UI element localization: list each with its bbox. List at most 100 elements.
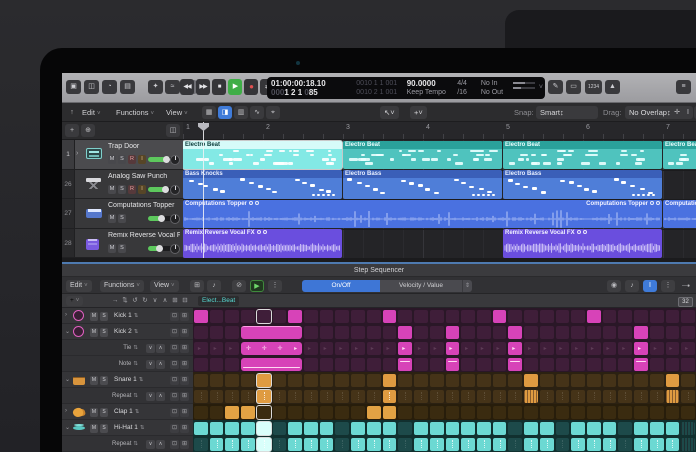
step-cell[interactable] — [273, 406, 287, 419]
row-stepper-icon[interactable]: ⇅ — [139, 377, 144, 383]
step-cell[interactable] — [634, 390, 648, 403]
row-stepper-icon[interactable]: ⇅ — [140, 425, 145, 431]
step-cell[interactable] — [681, 310, 695, 323]
step-grid[interactable]: ✛✛✛▸▸▸▸▸▸▸▸▸▸▸▸▸▸▸▸▸▸▸▸▸▸▸▸▸▸▸▸▸ — [193, 308, 696, 452]
step-cell[interactable] — [571, 326, 585, 339]
step-cell[interactable] — [477, 438, 491, 451]
stop-icon[interactable]: ■ — [212, 79, 226, 95]
step-cell[interactable] — [650, 374, 664, 387]
record-enable-button[interactable]: R — [128, 155, 136, 164]
step-cell[interactable] — [540, 310, 554, 323]
row-settings-icon[interactable]: ⊞ — [180, 376, 189, 385]
step-cell[interactable] — [288, 390, 302, 403]
step-cell[interactable]: ▸ — [398, 342, 412, 355]
row-stepper-icon[interactable]: ⇅ — [135, 409, 140, 415]
step-cell[interactable] — [618, 358, 632, 371]
add-track-button[interactable]: + — [65, 124, 79, 137]
step-cell[interactable] — [571, 438, 585, 451]
step-cell[interactable] — [320, 390, 334, 403]
step-cell[interactable]: ▸ — [304, 342, 318, 355]
step-cell[interactable] — [210, 326, 224, 339]
record-enable-button[interactable]: R — [128, 185, 136, 194]
row-rate-icon[interactable]: ⊡ — [170, 392, 179, 401]
mute-button[interactable]: M — [90, 424, 98, 433]
step-cell[interactable] — [508, 438, 522, 451]
header-config-icon[interactable]: ◫ — [166, 124, 180, 137]
step-cell[interactable] — [540, 438, 554, 451]
step-cell[interactable] — [383, 422, 397, 435]
step-cell[interactable] — [524, 406, 538, 419]
seq-menu-functions[interactable]: Functions˅ — [100, 280, 144, 292]
step-cell[interactable] — [320, 310, 334, 323]
step-cell[interactable] — [257, 310, 271, 323]
step-cell[interactable] — [587, 390, 601, 403]
step-cell[interactable] — [681, 422, 695, 435]
row-settings-icon[interactable]: ⊞ — [180, 312, 189, 321]
step-cell[interactable] — [320, 438, 334, 451]
step-row-clap-1[interactable] — [193, 404, 696, 420]
step-cell[interactable] — [241, 390, 255, 403]
step-cell[interactable] — [681, 358, 695, 371]
row-settings-icon[interactable]: ⊞ — [180, 408, 189, 417]
step-cell[interactable] — [681, 438, 695, 451]
step-cell[interactable] — [477, 358, 491, 371]
step-cell[interactable] — [383, 406, 397, 419]
metronome-icon[interactable]: ▲ — [605, 80, 620, 94]
solo-button[interactable]: S — [118, 244, 126, 253]
step-cell[interactable]: ▸ — [508, 342, 522, 355]
step-cell[interactable] — [241, 406, 255, 419]
catch-icon[interactable]: ⌖ — [266, 106, 280, 119]
row-header-hi-hat-1[interactable]: ⌄MSHi-Hat 1⇅⊡⊞ — [62, 420, 193, 436]
step-cell[interactable] — [650, 326, 664, 339]
menu-edit[interactable]: Edit˅ — [78, 106, 104, 119]
step-cell[interactable] — [666, 310, 680, 323]
step-cell[interactable] — [524, 422, 538, 435]
step-cell[interactable] — [603, 390, 617, 403]
step-cell[interactable] — [618, 422, 632, 435]
row-rate-icon[interactable]: ⊡ — [170, 408, 179, 417]
step-cell[interactable] — [383, 358, 397, 371]
step-cell[interactable] — [241, 438, 255, 451]
decrement-icon[interactable]: ∨ — [146, 344, 155, 353]
step-cell[interactable] — [587, 438, 601, 451]
step-cell[interactable] — [225, 326, 239, 339]
step-cell[interactable]: ▸ — [210, 342, 224, 355]
step-cell[interactable] — [288, 374, 302, 387]
step-row-repeat[interactable] — [193, 436, 696, 452]
step-cell[interactable] — [587, 374, 601, 387]
step-cell[interactable] — [650, 438, 664, 451]
step-cell[interactable] — [587, 326, 601, 339]
step-cell[interactable] — [288, 406, 302, 419]
catch-playhead-icon[interactable]: ◉ — [607, 280, 621, 292]
monitor-icon[interactable]: ▭ — [566, 80, 581, 94]
step-cell[interactable] — [493, 390, 507, 403]
row-rate-icon[interactable]: ⊡ — [170, 424, 179, 433]
solo-button[interactable]: S — [100, 328, 108, 337]
mute-button[interactable]: M — [90, 312, 98, 321]
step-cell[interactable] — [320, 406, 334, 419]
step-cell[interactable] — [241, 374, 255, 387]
track-name[interactable]: Computations Topper — [108, 202, 180, 209]
step-cell[interactable] — [288, 438, 302, 451]
step-cell[interactable]: ▸ — [430, 342, 444, 355]
step-cell[interactable] — [194, 422, 208, 435]
step-cell[interactable]: ▸ — [618, 342, 632, 355]
lcd-tempo[interactable]: 90.0000 Keep Tempo — [403, 77, 453, 99]
step-cell[interactable] — [587, 406, 601, 419]
step-cell[interactable] — [650, 310, 664, 323]
track-name[interactable]: Analog Saw Punch — [108, 173, 180, 180]
step-cell[interactable]: ▸ — [571, 342, 585, 355]
disclosure-icon[interactable]: ⌄ — [65, 376, 70, 383]
step-cell[interactable] — [493, 422, 507, 435]
step-cell[interactable] — [225, 310, 239, 323]
step-cell[interactable] — [681, 406, 695, 419]
step-cell[interactable] — [634, 310, 648, 323]
step-cell[interactable] — [320, 374, 334, 387]
step-cell[interactable]: ▸ — [351, 342, 365, 355]
row-rate-icon[interactable]: ⊡ — [170, 344, 179, 353]
step-cell[interactable] — [194, 358, 208, 371]
step-cell[interactable] — [524, 374, 538, 387]
disclosure-icon[interactable]: › — [65, 312, 67, 318]
step-cell[interactable] — [446, 358, 460, 371]
step-cell[interactable] — [571, 422, 585, 435]
